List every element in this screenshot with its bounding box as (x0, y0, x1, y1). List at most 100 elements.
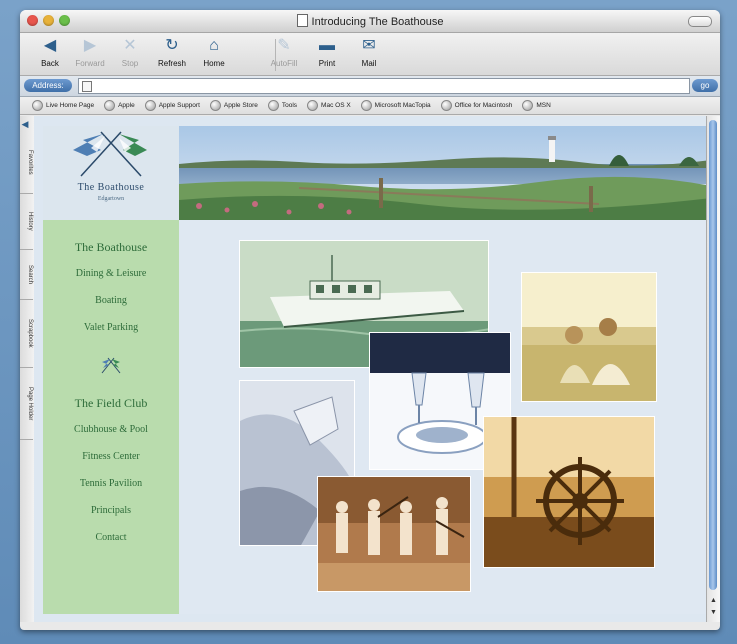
address-label: Address: (24, 79, 72, 92)
browser-window: Introducing The Boathouse ◀ Back ▶ Forward… (20, 10, 720, 630)
print-label: Print (318, 59, 336, 68)
nav-tennis-pavilion[interactable]: Tennis Pavilion (43, 478, 179, 489)
document-icon (296, 14, 308, 27)
page-icon (82, 81, 92, 92)
favorite-label: Tools (281, 102, 298, 109)
nav-principals[interactable]: Principals (43, 505, 179, 516)
sidetab-label: Page Holder (27, 386, 33, 421)
crossed-flags-icon (73, 131, 147, 177)
photo-ship-wheel (483, 416, 655, 568)
favorite-link[interactable]: Apple Store (209, 100, 258, 111)
stop-label: Stop (121, 59, 139, 68)
crossed-flags-icon (101, 357, 121, 374)
globe-icon (144, 100, 156, 111)
autofill-button[interactable]: ✎ AutoFill (262, 36, 306, 68)
print-button[interactable]: ▬ Print (305, 36, 349, 68)
favorites-bar: Live Home Page Apple Apple Support Apple… (20, 97, 720, 115)
sidetab-label: Favorites (27, 150, 33, 175)
nav-clubhouse-pool[interactable]: Clubhouse & Pool (43, 424, 179, 435)
stop-button[interactable]: ✕ Stop (108, 36, 152, 68)
favorite-label: Microsoft MacTopia (374, 102, 431, 109)
favorite-label: Apple (118, 102, 135, 109)
favorite-link[interactable]: MSN (522, 100, 551, 111)
home-icon: ⌂ (209, 37, 219, 54)
refresh-icon: ↻ (165, 37, 179, 54)
web-content: The Boathouse Edgartown The Boathouse Di… (34, 116, 707, 622)
window-title-text: Introducing The Boathouse (311, 16, 444, 28)
forward-button[interactable]: ▶ Forward (68, 36, 112, 68)
boathouse-page: The Boathouse Edgartown The Boathouse Di… (43, 126, 707, 614)
forward-label: Forward (75, 59, 105, 68)
nav-contact[interactable]: Contact (43, 532, 179, 543)
site-nav: The Boathouse Dining & Leisure Boating V… (43, 220, 179, 614)
photo-couple-beach (521, 272, 657, 402)
globe-icon (307, 100, 319, 111)
photo-tennis-group (317, 476, 471, 592)
globe-icon (267, 100, 279, 111)
nav-dining-leisure[interactable]: Dining & Leisure (43, 268, 179, 279)
home-label: Home (203, 59, 225, 68)
globe-icon (209, 100, 221, 111)
favorite-label: MSN (536, 102, 551, 109)
sidetab-label: Scrapbook (27, 319, 33, 348)
scroll-thumb[interactable] (709, 120, 717, 590)
favorite-link[interactable]: Apple Support (144, 100, 200, 111)
globe-icon (522, 100, 534, 111)
globe-icon (32, 100, 43, 111)
stop-x-icon: ✕ (123, 37, 137, 54)
nav-the-field-club[interactable]: The Field Club (43, 396, 179, 411)
window-title: Introducing The Boathouse (20, 14, 720, 28)
sidetab-label: History (27, 212, 33, 231)
autofill-label: AutoFill (270, 59, 298, 68)
harbor-banner-image (179, 126, 707, 220)
title-bar: Introducing The Boathouse (20, 10, 720, 33)
address-bar: Address: go (20, 76, 720, 97)
globe-icon (104, 100, 116, 111)
favorite-label: Apple Store (223, 102, 258, 109)
site-logo[interactable]: The Boathouse Edgartown (43, 126, 179, 220)
favorite-label: Mac OS X (321, 102, 351, 109)
sidetab-page-holder[interactable]: Page Holder (20, 368, 33, 440)
favorite-label: Live Home Page (46, 102, 95, 109)
sidetab-history[interactable]: History (20, 194, 33, 250)
back-button[interactable]: ◀ Back (28, 36, 72, 68)
favorite-link[interactable]: Mac OS X (307, 100, 351, 111)
printer-icon: ▬ (319, 37, 335, 54)
favorite-link[interactable]: Apple (104, 100, 135, 111)
vertical-scrollbar[interactable]: ▲ ▼ (706, 116, 720, 622)
refresh-label: Refresh (157, 59, 186, 68)
globe-icon (360, 100, 372, 111)
sidetab-favorites[interactable]: ◀ Favorites (20, 120, 33, 194)
explorer-bar: ◀ Favorites History Search Scrapbook Page… (20, 116, 35, 622)
nav-the-boathouse[interactable]: The Boathouse (43, 240, 179, 255)
collapse-arrow-icon[interactable]: ◀ (21, 120, 31, 130)
scroll-down-arrow-icon[interactable]: ▼ (709, 609, 718, 618)
sidetab-scrapbook[interactable]: Scrapbook (20, 300, 33, 368)
refresh-button[interactable]: ↻ Refresh (150, 36, 194, 68)
nav-valet-parking[interactable]: Valet Parking (43, 322, 179, 333)
favorite-label: Apple Support (158, 102, 200, 109)
home-button[interactable]: ⌂ Home (192, 36, 236, 68)
favorite-link[interactable]: Tools (267, 100, 298, 111)
mail-icon: ✉ (362, 37, 376, 54)
back-arrow-icon: ◀ (43, 37, 57, 54)
favorite-link[interactable]: Microsoft MacTopia (360, 100, 431, 111)
mail-label: Mail (361, 59, 377, 68)
forward-arrow-icon: ▶ (83, 37, 97, 54)
toolbar-toggle-button[interactable] (688, 16, 712, 27)
sidetab-search[interactable]: Search (20, 250, 33, 300)
toolbar: ◀ Back ▶ Forward ✕ Stop ↻ Refresh ⌂ Home ✎ Aut… (20, 33, 720, 76)
nav-boating[interactable]: Boating (43, 295, 179, 306)
mail-button[interactable]: ✉ Mail (347, 36, 391, 68)
scroll-up-arrow-icon[interactable]: ▲ (709, 597, 718, 606)
nav-fitness-center[interactable]: Fitness Center (43, 451, 179, 462)
pen-icon: ✎ (277, 37, 291, 54)
site-location: Edgartown (97, 196, 125, 202)
address-field[interactable] (78, 78, 690, 94)
favorite-label: Office for Macintosh (454, 102, 513, 109)
go-button[interactable]: go (692, 79, 718, 92)
site-brand: The Boathouse (77, 182, 145, 193)
favorite-link[interactable]: Office for Macintosh (440, 100, 513, 111)
favorite-link[interactable]: Live Home Page (32, 100, 94, 111)
sidetab-label: Search (27, 264, 33, 284)
